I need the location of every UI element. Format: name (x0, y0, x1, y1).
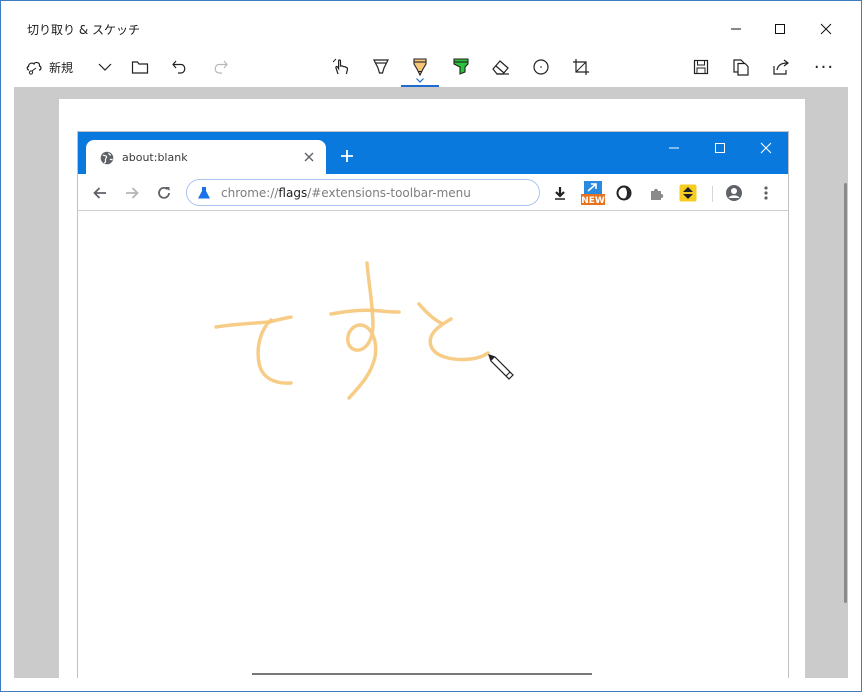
new-snip-label: 新規 (49, 60, 74, 75)
share-button[interactable] (767, 53, 795, 81)
close-button[interactable] (803, 13, 849, 45)
up-down-arrows-icon (679, 184, 697, 202)
close-icon (760, 142, 772, 154)
eraser-icon (492, 60, 509, 75)
snip-new-icon (26, 61, 42, 75)
share-icon (773, 59, 789, 75)
browser-maximize (710, 140, 730, 156)
globe-icon (100, 151, 114, 165)
pencil-button[interactable] (401, 53, 439, 87)
browser-minimize (664, 140, 684, 156)
touch-writing-icon (332, 58, 349, 75)
highlighter-button[interactable] (447, 53, 475, 81)
profile-button (724, 183, 744, 203)
chevron-down-icon (416, 78, 424, 83)
browser-menu-button (756, 183, 776, 203)
folder-icon (131, 61, 149, 74)
new-badge-text: NEW (581, 196, 605, 206)
forward-button (122, 183, 142, 203)
snip-sketch-window: 切り取り & スケッチ 新規 ··· about:blank chrome://… (0, 0, 862, 692)
browser-title-bar: about:blank (78, 132, 788, 174)
page-scrollbar (252, 673, 592, 675)
ballpoint-pen-button[interactable] (367, 53, 395, 81)
minimize-icon (669, 147, 679, 149)
redo-icon (214, 60, 228, 74)
scroll-extension (678, 183, 698, 203)
new-snip-dropdown[interactable] (93, 53, 117, 81)
protractor-button[interactable] (527, 53, 555, 81)
address-bar: chrome://flags/#extensions-toolbar-menu (186, 179, 540, 206)
address-text: chrome://flags/#extensions-toolbar-menu (221, 186, 471, 200)
highlighter-icon (453, 58, 469, 75)
browser-tab: about:blank (86, 140, 326, 174)
captured-browser-window: about:blank chrome://flags/#extensions-t… (77, 131, 789, 678)
address-scheme: chrome:// (221, 186, 279, 200)
dark-mode-extension (614, 183, 634, 203)
puzzle-piece-icon (651, 188, 664, 200)
toolbar-divider (712, 186, 713, 202)
browser-close (756, 140, 776, 156)
maximize-icon (775, 24, 785, 34)
download-extension (550, 183, 570, 203)
title-bar: 切り取り & スケッチ (1, 1, 861, 45)
undo-button[interactable] (167, 53, 193, 81)
back-button (90, 183, 110, 203)
save-button[interactable] (687, 53, 715, 81)
flask-icon (198, 187, 210, 199)
minimize-button[interactable] (713, 13, 759, 45)
crop-button[interactable] (567, 53, 595, 81)
touch-writing-button[interactable] (327, 53, 355, 81)
eraser-button[interactable] (487, 53, 515, 81)
kebab-menu-icon (764, 186, 768, 200)
protractor-icon (533, 59, 549, 75)
close-icon (304, 152, 314, 162)
new-badge-icon: NEW (581, 181, 605, 206)
save-icon (693, 59, 709, 75)
copy-icon (733, 59, 749, 76)
close-icon (820, 23, 832, 35)
minimize-icon (731, 28, 741, 30)
arrow-left-icon (93, 187, 106, 199)
download-icon (555, 187, 565, 200)
dark-mode-icon (616, 185, 632, 201)
canvas-area[interactable]: about:blank chrome://flags/#extensions-t… (14, 87, 848, 678)
ballpoint-pen-icon (373, 59, 389, 74)
copy-button[interactable] (727, 53, 755, 81)
toolbar: 新規 ··· (1, 45, 861, 87)
address-path: /#extensions-toolbar-menu (307, 186, 471, 200)
browser-toolbar: chrome://flags/#extensions-toolbar-menu … (78, 174, 788, 211)
app-title: 切り取り & スケッチ (27, 23, 140, 37)
account-icon (726, 185, 742, 201)
new-snip-button[interactable]: 新規 (25, 53, 85, 81)
address-host: flags (278, 186, 308, 200)
capture-paper: about:blank chrome://flags/#extensions-t… (59, 99, 805, 678)
maximize-icon (715, 143, 725, 153)
reload-icon (158, 186, 170, 199)
chevron-down-icon (98, 63, 112, 71)
undo-icon (172, 60, 186, 74)
canvas-scrollbar[interactable] (844, 183, 847, 603)
crop-icon (573, 59, 589, 75)
arrow-right-icon (126, 187, 139, 199)
new-badge-extension: NEW (580, 180, 606, 206)
browser-page (78, 211, 788, 678)
redo-button[interactable] (207, 53, 233, 81)
maximize-button[interactable] (757, 13, 803, 45)
reload-button (154, 183, 174, 203)
tab-title: about:blank (122, 151, 188, 164)
more-options-button[interactable]: ··· (809, 53, 839, 81)
pencil-icon (413, 58, 427, 77)
puzzle-extension (646, 183, 666, 203)
plus-icon (341, 150, 353, 162)
open-file-button[interactable] (127, 53, 153, 81)
